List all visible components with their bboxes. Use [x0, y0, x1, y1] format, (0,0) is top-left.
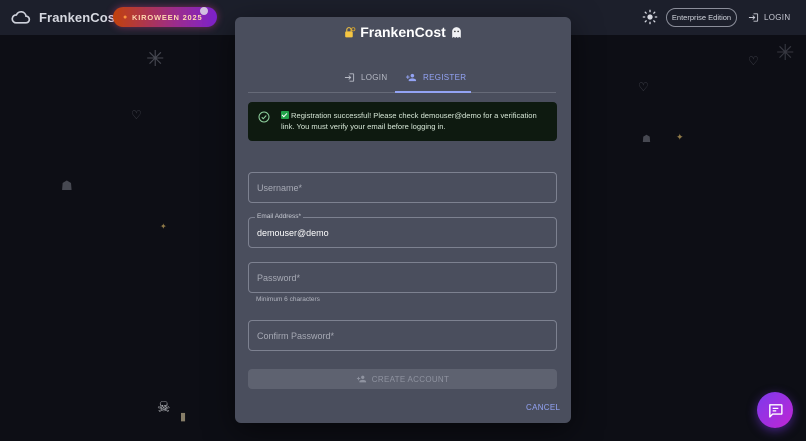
cancel-button[interactable]: CANCEL — [526, 403, 560, 412]
password-field[interactable]: Password* — [248, 262, 557, 293]
sun-icon[interactable] — [642, 9, 658, 25]
tab-login-label: LOGIN — [361, 73, 388, 82]
username-field[interactable]: Username* — [248, 172, 557, 203]
tab-login[interactable]: LOGIN — [344, 62, 387, 93]
tab-indicator — [395, 91, 471, 93]
chat-icon — [768, 403, 783, 418]
alert-message: Registration successful! Please check de… — [281, 110, 547, 132]
cloud-icon — [11, 11, 31, 24]
person-add-icon — [356, 375, 366, 383]
dialog-title: FrankenCost — [235, 24, 571, 40]
kiroween-badge-label: KIROWEEN 2025 — [132, 12, 203, 22]
tab-register-label: REGISTER — [423, 73, 467, 82]
heart-icon: ♡ — [638, 80, 649, 94]
ghost-icon — [451, 26, 461, 38]
register-dialog: FrankenCost LOGIN REGISTER Registration … — [235, 17, 571, 423]
tab-register[interactable]: REGISTER — [405, 62, 466, 93]
heart-icon: ♡ — [131, 108, 142, 122]
sparkle-icon: ✦ — [676, 132, 684, 142]
login-button-label: LOGIN — [764, 13, 791, 22]
person-add-icon — [405, 73, 417, 82]
create-account-label: CREATE ACCOUNT — [371, 374, 450, 384]
password-placeholder: Password* — [257, 273, 301, 283]
ghost-icon: ☗ — [61, 178, 73, 193]
password-helper-text: Minimum 6 characters — [256, 296, 320, 303]
spiderweb-icon: ✳ — [776, 40, 795, 65]
email-field[interactable]: Email Address* demouser@demo — [248, 213, 557, 248]
success-alert: Registration successful! Please check de… — [248, 102, 557, 141]
tombstone-icon: ▮ — [180, 411, 187, 423]
email-value: demouser@demo — [257, 228, 329, 238]
lock-key-icon — [345, 26, 356, 37]
edition-chip: Enterprise Edition — [666, 8, 737, 27]
checkbox-emoji-icon — [281, 111, 289, 119]
skull-icon: ☠ — [157, 399, 171, 416]
ghost-icon — [200, 7, 208, 15]
confirm-password-placeholder: Confirm Password* — [257, 331, 335, 341]
pumpkin-icon: ● — [123, 13, 129, 21]
create-account-button[interactable]: CREATE ACCOUNT — [248, 369, 557, 389]
check-circle-icon — [258, 111, 270, 123]
confirm-password-field[interactable]: Confirm Password* — [248, 320, 557, 351]
email-label: Email Address* — [255, 213, 304, 220]
sparkle-icon: ✦ — [160, 222, 167, 231]
dialog-title-text: FrankenCost — [360, 24, 446, 40]
chat-button[interactable] — [757, 392, 793, 428]
spiderweb-icon: ✳ — [146, 46, 165, 71]
brand-name: FrankenCost — [39, 10, 120, 25]
login-icon — [748, 13, 759, 22]
login-icon — [344, 73, 355, 82]
username-placeholder: Username* — [257, 183, 303, 193]
alert-message-text: Registration successful! Please check de… — [281, 111, 537, 131]
auth-tabs: LOGIN REGISTER — [248, 62, 556, 93]
heart-icon: ♡ — [748, 54, 759, 68]
ghost-icon: ☗ — [642, 134, 651, 145]
login-button[interactable]: LOGIN — [748, 11, 790, 24]
